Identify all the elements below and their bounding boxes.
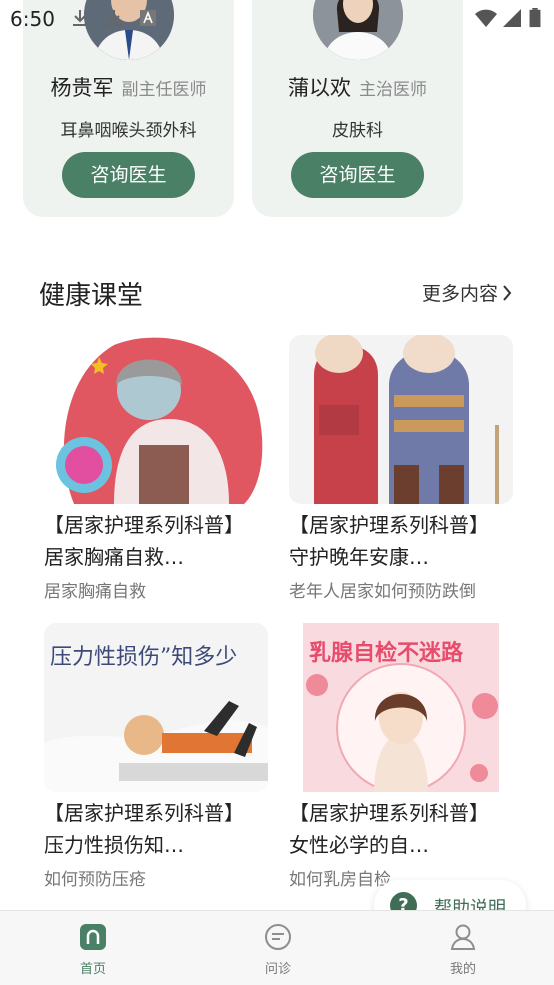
nav-item-mine[interactable]: 我的 — [403, 911, 523, 985]
article-thumbnail: 乳腺自检不迷路 — [289, 623, 513, 792]
status-bar: 6:50 — [0, 0, 554, 36]
article-card[interactable]: 【居家护理系列科普】 守护晚年安康… 老年人居家如何预防跌倒 — [289, 335, 519, 605]
nav-label: 问诊 — [264, 962, 291, 977]
doctor-name: 杨贵军 — [50, 76, 114, 100]
signal-icon — [503, 9, 521, 27]
more-content-link[interactable]: 更多内容 — [422, 279, 512, 306]
nav-label: 首页 — [79, 962, 106, 977]
chat-icon — [265, 924, 291, 950]
more-content-label: 更多内容 — [421, 283, 498, 305]
article-thumbnail: 压力性损伤”知多少 — [44, 623, 268, 792]
doctor-title: 主治医师 — [359, 80, 427, 100]
article-title: 【居家护理系列科普】 女性必学的自… — [289, 801, 489, 857]
download-icon — [107, 10, 121, 26]
article-thumbnail — [44, 335, 268, 504]
download-icon — [73, 10, 87, 26]
doctor-department: 耳鼻咽喉头颈外科 — [60, 121, 197, 141]
article-title: 【居家护理系列科普】 守护晚年安康… — [289, 513, 489, 569]
article-card[interactable]: 【居家护理系列科普】 居家胸痛自救… 居家胸痛自救 — [44, 335, 274, 605]
article-card[interactable]: 乳腺自检不迷路 【居家护理系列科普】 女性必学的自… 如何乳房自检 — [289, 623, 519, 893]
doctor-department: 皮肤科 — [332, 121, 383, 141]
doctor-title: 副主任医师 — [121, 80, 207, 100]
nav-label: 我的 — [449, 962, 476, 977]
article-subtitle: 如何预防压疮 — [44, 870, 146, 890]
article-card[interactable]: 压力性损伤”知多少 【居家护理系列科普】 压力性损伤知… 如何预防压疮 — [44, 623, 274, 893]
article-subtitle: 如何乳房自检 — [289, 870, 391, 890]
status-time: 6:50 — [10, 7, 55, 31]
article-subtitle: 老年人居家如何预防跌倒 — [289, 582, 476, 602]
battery-icon — [529, 8, 541, 28]
article-thumbnail — [289, 335, 513, 504]
doctor-name: 蒲以欢 — [288, 76, 351, 100]
article-subtitle: 居家胸痛自救 — [44, 582, 146, 602]
wifi-icon — [475, 9, 497, 27]
chevron-right-icon — [503, 284, 512, 301]
home-icon — [80, 924, 106, 950]
article-title: 【居家护理系列科普】 压力性损伤知… — [44, 801, 244, 857]
font-icon — [140, 10, 156, 26]
bottom-nav: 首页 问诊 我的 — [0, 910, 554, 985]
nav-item-home[interactable]: 首页 — [33, 911, 153, 985]
article-title: 【居家护理系列科普】 居家胸痛自救… — [44, 513, 244, 569]
user-icon — [450, 924, 476, 950]
nav-item-consult[interactable]: 问诊 — [218, 911, 338, 985]
article-image-text: 乳腺自检不迷路 — [309, 641, 464, 666]
consult-doctor-button[interactable]: 咨询医生 — [62, 152, 195, 198]
section-title: 健康课堂 — [39, 281, 144, 311]
consult-doctor-button[interactable]: 咨询医生 — [291, 152, 424, 198]
